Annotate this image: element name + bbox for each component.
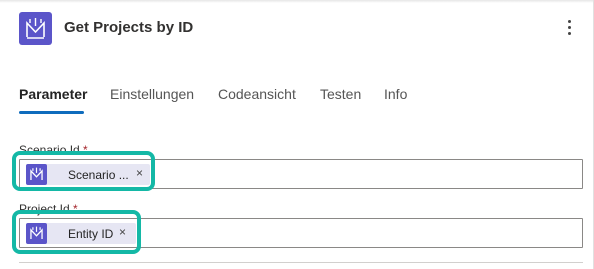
required-mark: * xyxy=(83,143,88,157)
entity-id-token-label: Entity ID xyxy=(68,227,114,241)
connector-token-icon xyxy=(26,223,47,244)
project-id-label-text: Project Id xyxy=(19,202,70,216)
connector-token-icon xyxy=(26,164,47,185)
project-id-input[interactable]: Entity ID × xyxy=(19,218,583,248)
tab-parameter[interactable]: Parameter xyxy=(19,86,88,102)
project-id-label: Project Id * xyxy=(19,202,78,216)
scenario-token[interactable]: Scenario ... × xyxy=(26,164,150,185)
required-mark: * xyxy=(73,202,78,216)
connector-logo-icon xyxy=(19,12,52,45)
tab-settings[interactable]: Einstellungen xyxy=(110,86,194,102)
bottom-divider xyxy=(19,262,583,263)
remove-token-icon[interactable]: × xyxy=(119,225,126,239)
top-shadow xyxy=(0,0,594,3)
scenario-id-input[interactable]: Scenario ... × xyxy=(19,159,583,189)
tab-test[interactable]: Testen xyxy=(320,86,361,102)
action-title: Get Projects by ID xyxy=(64,19,194,36)
scenario-id-label: Scenario Id * xyxy=(19,143,88,157)
scenario-token-label: Scenario ... xyxy=(68,168,129,182)
remove-token-icon[interactable]: × xyxy=(136,166,143,180)
active-tab-indicator xyxy=(19,111,84,114)
more-options-icon[interactable] xyxy=(560,14,580,40)
tab-code-view[interactable]: Codeansicht xyxy=(218,86,296,102)
action-panel: Get Projects by ID Parameter Einstellung… xyxy=(0,0,594,269)
scenario-id-label-text: Scenario Id xyxy=(19,143,80,157)
entity-id-token[interactable]: Entity ID × xyxy=(26,223,136,244)
tab-info[interactable]: Info xyxy=(384,86,407,102)
